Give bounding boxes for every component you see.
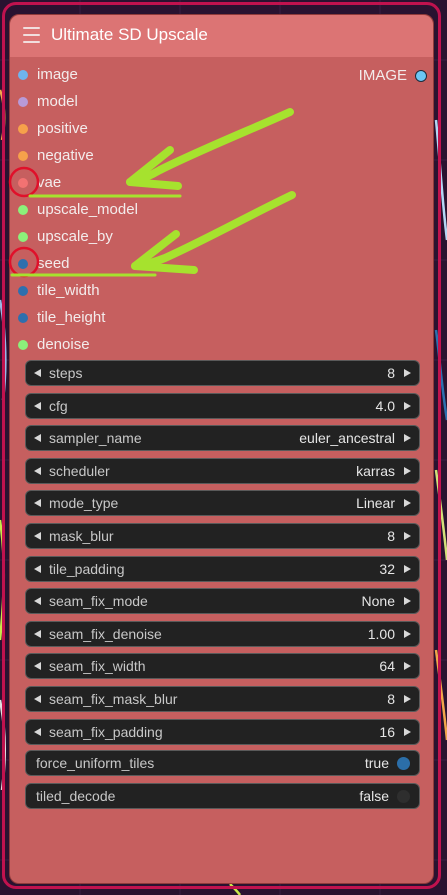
widget-value[interactable]: 8 — [387, 361, 395, 385]
widget-mask-blur[interactable]: mask_blur 8 — [25, 523, 420, 549]
output-connector-dot-icon[interactable] — [415, 70, 427, 82]
increment-arrow-icon[interactable] — [404, 401, 411, 410]
output-slot-label: IMAGE — [358, 67, 407, 84]
toggle-force-uniform-tiles[interactable]: force_uniform_tiles true — [25, 750, 420, 776]
input-connector-dot-icon[interactable] — [18, 124, 28, 134]
widget-name: seam_fix_mode — [49, 593, 148, 610]
decrement-arrow-icon[interactable] — [34, 629, 41, 638]
decrement-arrow-icon[interactable] — [34, 564, 41, 573]
decrement-arrow-icon[interactable] — [34, 532, 41, 540]
widget-name: seam_fix_width — [49, 658, 146, 675]
toggle-tiled-decode[interactable]: tiled_decode false — [25, 782, 420, 809]
widget-value[interactable]: 8 — [387, 524, 395, 548]
increment-arrow-icon[interactable] — [404, 466, 411, 475]
decrement-arrow-icon[interactable] — [34, 369, 41, 377]
toggle-value: true — [364, 755, 389, 771]
input-connector-dot-icon[interactable] — [18, 340, 28, 350]
input-slot-label: tile_height — [37, 309, 106, 326]
widget-name: mode_type — [49, 495, 119, 512]
widget-name: cfg — [49, 397, 68, 414]
widget-seam-fix-mode[interactable]: seam_fix_mode None — [25, 588, 420, 615]
input-slot-label: denoise — [37, 336, 90, 353]
ultimate-sd-upscale-node[interactable]: Ultimate SD Upscale IMAGE image model posi… — [9, 14, 434, 884]
widget-value[interactable]: Linear — [356, 491, 395, 515]
increment-arrow-icon[interactable] — [404, 532, 411, 540]
widget-name: scheduler — [49, 462, 110, 479]
input-slot-label: image — [37, 66, 78, 83]
decrement-arrow-icon[interactable] — [34, 401, 41, 410]
increment-arrow-icon[interactable] — [404, 499, 411, 508]
widget-value[interactable]: 1.00 — [368, 622, 395, 646]
widget-name: seam_fix_mask_blur — [49, 691, 178, 707]
toggle-value: false — [359, 787, 389, 804]
increment-arrow-icon[interactable] — [404, 629, 411, 638]
widget-value[interactable]: euler_ancestral — [299, 426, 395, 450]
decrement-arrow-icon[interactable] — [34, 499, 41, 508]
widget-value[interactable]: 32 — [379, 557, 395, 581]
widget-name: seam_fix_denoise — [49, 625, 162, 642]
input-slot-label: model — [37, 93, 78, 110]
widget-name: sampler_name — [49, 430, 142, 447]
widget-seam-fix-mask-blur[interactable]: seam_fix_mask_blur 8 — [25, 686, 420, 712]
widget-seam-fix-denoise[interactable]: seam_fix_denoise 1.00 — [25, 620, 420, 647]
increment-arrow-icon[interactable] — [404, 727, 411, 736]
input-slot-label: seed — [37, 255, 70, 272]
input-slot-label: negative — [37, 147, 94, 164]
input-slot-label: tile_width — [37, 282, 100, 299]
increment-arrow-icon[interactable] — [404, 662, 411, 671]
input-connector-dot-icon[interactable] — [18, 313, 28, 323]
input-slot-label: positive — [37, 120, 88, 137]
decrement-arrow-icon[interactable] — [34, 662, 41, 671]
decrement-arrow-icon[interactable] — [34, 597, 41, 606]
widget-seam-fix-width[interactable]: seam_fix_width 64 — [25, 653, 420, 680]
increment-arrow-icon[interactable] — [404, 695, 411, 703]
node-title-bar[interactable]: Ultimate SD Upscale — [10, 15, 433, 57]
widget-sampler-name[interactable]: sampler_name euler_ancestral — [25, 425, 420, 452]
input-connector-dot-icon[interactable] — [18, 178, 28, 188]
input-connector-dot-icon[interactable] — [18, 205, 28, 215]
input-connector-dot-icon[interactable] — [18, 70, 28, 80]
widget-cfg[interactable]: cfg 4.0 — [25, 392, 420, 419]
input-slot-label: upscale_model — [37, 201, 138, 218]
input-connector-dot-icon[interactable] — [18, 97, 28, 107]
widget-value[interactable]: 8 — [387, 687, 395, 711]
widget-name: steps — [49, 365, 83, 381]
decrement-arrow-icon[interactable] — [34, 695, 41, 703]
widget-value[interactable]: 64 — [379, 654, 395, 678]
input-connector-dot-icon[interactable] — [18, 151, 28, 161]
widget-value[interactable]: 16 — [379, 720, 395, 744]
input-connector-dot-icon[interactable] — [18, 286, 28, 296]
decrement-arrow-icon[interactable] — [34, 466, 41, 475]
input-connector-dot-icon[interactable] — [18, 259, 28, 269]
input-slot-label: upscale_by — [37, 228, 113, 245]
increment-arrow-icon[interactable] — [404, 597, 411, 606]
increment-arrow-icon[interactable] — [404, 369, 411, 377]
toggle-indicator-icon[interactable] — [397, 757, 410, 770]
widget-value[interactable]: None — [362, 589, 395, 613]
toggle-name: tiled_decode — [36, 787, 116, 804]
toggle-name: force_uniform_tiles — [36, 755, 155, 771]
widget-value[interactable]: 4.0 — [376, 394, 395, 418]
widget-tile-padding[interactable]: tile_padding 32 — [25, 555, 420, 582]
widget-mode-type[interactable]: mode_type Linear — [25, 490, 420, 517]
decrement-arrow-icon[interactable] — [34, 727, 41, 736]
increment-arrow-icon[interactable] — [404, 434, 411, 443]
toggle-indicator-icon[interactable] — [397, 789, 410, 803]
hamburger-menu-icon[interactable] — [23, 27, 40, 43]
input-connector-dot-icon[interactable] — [18, 232, 28, 242]
widget-value[interactable]: karras — [356, 459, 395, 483]
widget-name: seam_fix_padding — [49, 723, 163, 740]
input-slot-label: vae — [37, 174, 62, 191]
increment-arrow-icon[interactable] — [404, 564, 411, 573]
widget-name: tile_padding — [49, 560, 125, 577]
widget-name: mask_blur — [49, 528, 114, 544]
widget-seam-fix-padding[interactable]: seam_fix_padding 16 — [25, 718, 420, 745]
node-title: Ultimate SD Upscale — [51, 25, 208, 44]
decrement-arrow-icon[interactable] — [34, 434, 41, 443]
widget-scheduler[interactable]: scheduler karras — [25, 457, 420, 484]
widget-steps[interactable]: steps 8 — [25, 360, 420, 386]
